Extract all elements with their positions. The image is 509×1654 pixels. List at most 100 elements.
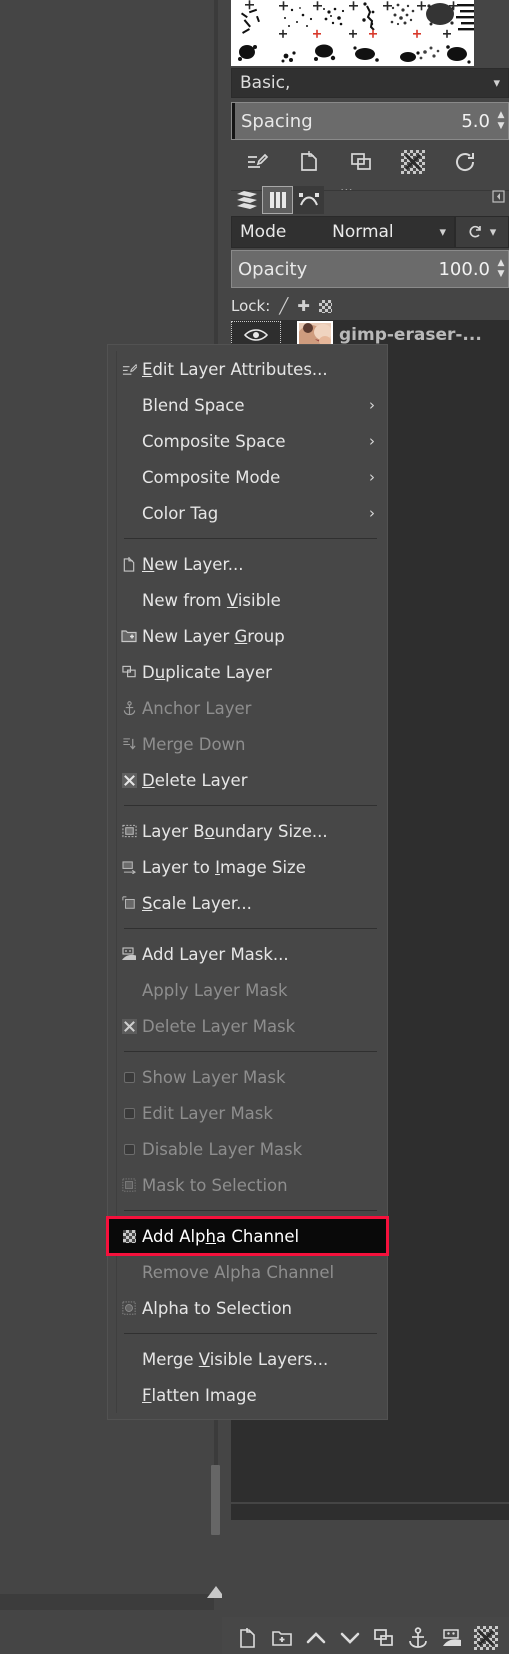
layer-list-hscroll-track[interactable] xyxy=(231,1504,509,1520)
menu-item-scale-layer[interactable]: Scale Layer... xyxy=(108,885,387,921)
dock-gutter-right xyxy=(474,0,509,66)
menu-item-label: Blend Space xyxy=(142,395,245,415)
menu-item-layer-to-image-size[interactable]: Layer to Image Size xyxy=(108,849,387,885)
menu-item-remove-alpha-channel: Remove Alpha Channel xyxy=(108,1254,387,1290)
chevron-right-icon: › xyxy=(369,504,375,522)
menu-item-edit-layer-attributes[interactable]: Edit Layer Attributes... xyxy=(108,351,387,387)
tab-menu-icon[interactable] xyxy=(492,190,505,206)
menu-item-show-layer-mask: Show Layer Mask xyxy=(108,1059,387,1095)
menu-item-layer-boundary-size[interactable]: Layer Boundary Size... xyxy=(108,813,387,849)
dockable-tabs xyxy=(231,184,509,216)
add-layer-mask-button[interactable] xyxy=(435,1623,469,1653)
menu-item-new-layer[interactable]: New Layer... xyxy=(108,546,387,582)
menu-item-label: Duplicate Layer xyxy=(142,662,272,682)
edit-brush-icon[interactable] xyxy=(231,150,283,178)
tab-channels[interactable] xyxy=(262,186,293,214)
menu-item-label: Add Layer Mask... xyxy=(142,944,289,964)
menu-item-apply-layer-mask: Apply Layer Mask xyxy=(108,972,387,1008)
left-horizontal-scrollbar-track[interactable] xyxy=(0,1594,214,1610)
tab-paths[interactable] xyxy=(293,186,324,214)
add-mask-icon xyxy=(116,947,142,961)
delete-layer-button[interactable] xyxy=(469,1623,503,1653)
chevron-right-icon: › xyxy=(369,396,375,414)
menu-item-flatten-image[interactable]: Flatten Image xyxy=(108,1377,387,1413)
menu-separator xyxy=(124,538,377,539)
menu-item-blend-space[interactable]: Blend Space › xyxy=(108,387,387,423)
menu-item-delete-layer[interactable]: Delete Layer xyxy=(108,762,387,798)
spacing-spinner[interactable]: Spacing 5.0 ▲ ▼ xyxy=(231,102,509,140)
layer-mode-combo[interactable]: Mode Normal ▾ xyxy=(231,216,455,248)
menu-separator xyxy=(124,1333,377,1334)
delete-mask-icon xyxy=(116,1018,142,1034)
menu-item-composite-space[interactable]: Composite Space › xyxy=(108,423,387,459)
left-vertical-scrollbar[interactable] xyxy=(211,1465,220,1535)
layer-context-menu[interactable]: Edit Layer Attributes... Blend Space › Comp… xyxy=(106,344,389,1420)
menu-item-duplicate-layer[interactable]: Duplicate Layer xyxy=(108,654,387,690)
menu-separator xyxy=(124,1210,377,1211)
lock-alpha-icon[interactable] xyxy=(318,299,332,313)
new-layer-button[interactable] xyxy=(231,1623,265,1653)
duplicate-layer-icon xyxy=(116,665,142,679)
opacity-stepper[interactable]: ▲ ▼ xyxy=(494,251,508,287)
tab-layers[interactable] xyxy=(231,186,262,214)
lock-pixels-icon[interactable]: ╱ xyxy=(279,297,288,315)
refresh-brushes-icon[interactable] xyxy=(439,150,491,178)
new-layer-icon xyxy=(116,556,142,572)
lock-row: Lock: ╱ ✚ xyxy=(231,294,509,318)
lower-layer-button[interactable] xyxy=(333,1623,367,1653)
menu-item-label: Flatten Image xyxy=(142,1385,257,1405)
lock-label: Lock: xyxy=(231,297,271,315)
menu-item-new-from-visible[interactable]: New from Visible xyxy=(108,582,387,618)
menu-item-label: Delete Layer xyxy=(142,770,248,790)
menu-item-label: Disable Layer Mask xyxy=(142,1139,303,1159)
duplicate-layer-button[interactable] xyxy=(367,1623,401,1653)
menu-item-composite-mode[interactable]: Composite Mode › xyxy=(108,459,387,495)
menu-item-add-layer-mask[interactable]: Add Layer Mask... xyxy=(108,936,387,972)
layer-to-image-icon xyxy=(116,860,142,874)
chevron-down-icon: ▾ xyxy=(439,224,446,240)
new-layer-group-button[interactable] xyxy=(265,1623,299,1653)
menu-item-label: Color Tag xyxy=(142,503,219,523)
chevron-right-icon: › xyxy=(369,468,375,486)
menu-item-label: Remove Alpha Channel xyxy=(142,1262,335,1282)
opacity-slider[interactable]: Opacity 100.0 ▲ ▼ xyxy=(231,250,509,288)
gimp-window: Basic, ▾ Spacing 5.0 ▲ ▼ ⋯ Mode Normal ▾… xyxy=(0,0,509,1654)
brush-preset-combo[interactable]: Basic, ▾ xyxy=(231,68,509,98)
menu-item-alpha-to-selection[interactable]: Alpha to Selection xyxy=(108,1290,387,1326)
mode-value: Normal xyxy=(332,222,394,242)
menu-item-color-tag[interactable]: Color Tag › xyxy=(108,495,387,531)
menu-item-label: Mask to Selection xyxy=(142,1175,288,1195)
mode-switch-button[interactable]: ▾ xyxy=(455,216,509,248)
menu-item-label: Anchor Layer xyxy=(142,698,252,718)
duplicate-brush-icon[interactable] xyxy=(335,151,387,177)
raise-layer-button[interactable] xyxy=(299,1623,333,1653)
checkbox-icon xyxy=(116,1143,142,1155)
delete-brush-icon[interactable] xyxy=(387,150,439,178)
menu-item-label: Show Layer Mask xyxy=(142,1067,286,1087)
layer-mode-row: Mode Normal ▾ ▾ xyxy=(231,216,509,248)
mask-to-selection-icon xyxy=(116,1178,142,1192)
brush-preview-strip[interactable] xyxy=(231,0,474,66)
menu-item-label: Delete Layer Mask xyxy=(142,1016,296,1036)
menu-item-delete-layer-mask: Delete Layer Mask xyxy=(108,1008,387,1044)
merge-down-icon xyxy=(116,737,142,752)
menu-item-label: Composite Space xyxy=(142,431,286,451)
menu-separator xyxy=(124,1051,377,1052)
menu-item-label: Merge Down xyxy=(142,734,246,754)
layer-boundary-icon xyxy=(116,824,142,838)
chevron-down-icon: ▾ xyxy=(493,75,500,91)
delete-layer-icon xyxy=(116,772,142,788)
menu-item-merge-visible-layers[interactable]: Merge Visible Layers... xyxy=(108,1341,387,1377)
anchor-layer-button[interactable] xyxy=(401,1623,435,1653)
menu-item-new-layer-group[interactable]: New Layer Group xyxy=(108,618,387,654)
menu-separator xyxy=(124,928,377,929)
menu-item-add-alpha-channel[interactable]: Add Alpha Channel xyxy=(106,1216,389,1256)
spacing-stepper[interactable]: ▲ ▼ xyxy=(494,103,508,139)
menu-item-label: New Layer Group xyxy=(142,626,285,646)
new-layer-group-icon xyxy=(116,629,142,643)
menu-item-merge-down: Merge Down xyxy=(108,726,387,762)
new-brush-icon[interactable] xyxy=(283,150,335,178)
checkbox-icon xyxy=(116,1071,142,1083)
lock-position-icon[interactable]: ✚ xyxy=(297,297,310,315)
brush-preset-value: Basic, xyxy=(240,73,291,93)
